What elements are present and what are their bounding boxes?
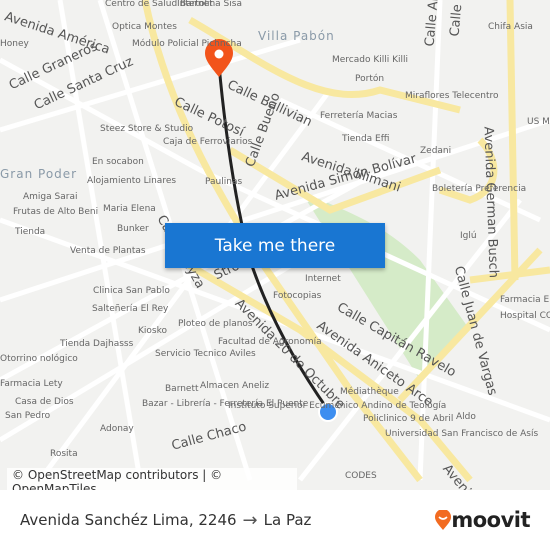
poi-label: Maria Elena	[103, 204, 156, 214]
poi-label: Internet	[305, 274, 341, 284]
poi-label: Adonay	[100, 424, 134, 434]
poi-label: Módulo Policial Pichncha	[132, 39, 242, 49]
destination-name: La Paz	[263, 511, 312, 529]
poi-label: Ferretería Macias	[320, 111, 398, 121]
poi-label: Policlinico 9 de Abril	[363, 414, 454, 424]
moovit-logo: moovit	[435, 508, 530, 532]
poi-label: Centro de Salud Bartolina Sisa	[105, 0, 242, 9]
poi-label: Frutas de Alto Beni	[13, 207, 99, 217]
moovit-pin-icon	[435, 510, 452, 530]
poi-label: Caja de Ferroviarios	[163, 137, 253, 147]
poi-label: Internet	[177, 0, 213, 9]
poi-label: Miraflores Telecentro	[405, 91, 499, 101]
poi-label: Clinica San Pablo	[93, 286, 170, 296]
poi-label: Bunker	[117, 224, 149, 234]
poi-label: Tienda Dajhasss	[60, 339, 134, 349]
poi-label: Universidad San Francisco de Asís	[385, 429, 539, 439]
poi-label: Otorrino nológico	[0, 354, 78, 364]
poi-label: En socabon	[92, 157, 144, 167]
poi-label: Honey	[0, 39, 29, 49]
poi-label: Hospital COS	[500, 311, 550, 321]
poi-label: Facultad de Agronomía	[218, 337, 322, 347]
poi-label: Ploteo de planos	[178, 319, 253, 329]
poi-label: Iglú	[460, 231, 477, 241]
origin-name: Avenida Sanchéz Lima, 2246	[20, 511, 237, 529]
map[interactable]: Avenida América Calle Graneros Calle Santa…	[0, 0, 550, 490]
poi-label: Paulinas	[205, 177, 243, 187]
poi-label: Portón	[355, 74, 385, 84]
area-label: Villa Pabón	[258, 29, 335, 43]
take-me-there-button[interactable]: Take me there	[165, 223, 385, 268]
poi-label: CODES	[345, 471, 377, 481]
poi-label: Farmacia Lety	[0, 379, 63, 389]
poi-label: San Pedro	[5, 411, 51, 421]
poi-label: Servicio Tecnico Aviles	[155, 349, 256, 359]
poi-label: Steez Store & Studio	[100, 124, 194, 134]
poi-label: Barnett	[165, 384, 199, 394]
poi-label: Fotocopias	[273, 291, 322, 301]
area-label: Gran Poder	[0, 167, 78, 181]
poi-label: Casa de Dios	[15, 397, 74, 407]
poi-label: Tienda	[15, 227, 46, 237]
poi-label: Instituto Superior Ecuménico Andino de T…	[228, 401, 447, 411]
poi-label: Médiathèque	[340, 387, 399, 397]
poi-label: Amiga Sarai	[23, 192, 78, 202]
arrow-right-icon: →	[242, 509, 258, 531]
poi-label: Boletería Preferencia	[432, 184, 527, 194]
poi-label: Aldo	[456, 412, 476, 422]
poi-label: Zedani	[420, 146, 452, 156]
route-summary: Avenida Sanchéz Lima, 2246 → La Paz	[20, 510, 311, 531]
map-attribution[interactable]: © OpenStreetMap contributors | © OpenMap…	[7, 468, 297, 490]
poi-label: US Mo	[527, 117, 550, 127]
poi-label: Kiosko	[138, 326, 167, 336]
poi-label: Chifa Asia	[488, 22, 533, 32]
poi-label: Salteñería El Rey	[92, 304, 169, 314]
poi-label: Venta de Plantas	[70, 246, 146, 256]
poi-label: Tienda Effi	[342, 134, 390, 144]
poi-label: Farmacia Elen	[500, 295, 550, 305]
poi-label: Alojamiento Linares	[87, 176, 177, 186]
poi-label: Almacen Aneliz	[200, 381, 270, 391]
poi-label: Rosita	[50, 449, 78, 459]
poi-label: Optica Montes	[112, 22, 177, 32]
poi-label: Mercado Killi Killi	[332, 55, 409, 65]
